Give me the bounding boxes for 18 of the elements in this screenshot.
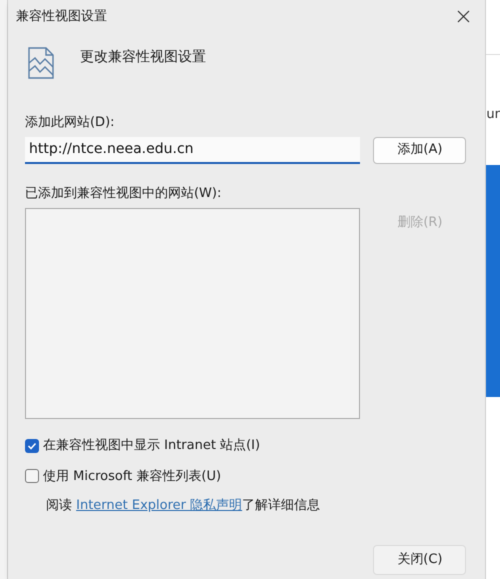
site-input-field[interactable]: http://ntce.neea.edu.cn <box>24 136 360 164</box>
add-button[interactable]: 添加(A) <box>373 136 466 164</box>
privacy-text: 阅读 Internet Explorer 隐私声明了解详细信息 <box>46 497 322 515</box>
checkbox-label: 在兼容性视图中显示 Intranet 站点(I) <box>42 437 260 455</box>
checkbox[interactable] <box>24 438 39 453</box>
close-button[interactable] <box>455 8 472 24</box>
picture-file-icon <box>28 47 54 79</box>
checkbox[interactable] <box>24 469 39 484</box>
list-label: 已添加到兼容性视图中的网站(W): <box>24 184 222 202</box>
window-title: 兼容性视图设置 <box>16 8 107 26</box>
field-label: 添加此网站(D): <box>24 114 116 132</box>
checkbox-label: 使用 Microsoft 兼容性列表(U) <box>42 468 222 486</box>
privacy-link[interactable]: Internet Explorer 隐私声明 <box>76 498 242 513</box>
close-dialog-button[interactable]: 关闭(C) <box>373 544 466 574</box>
background-text: ur <box>486 106 500 124</box>
check-icon <box>26 440 37 451</box>
dialog-heading: 更改兼容性视图设置 <box>80 48 206 66</box>
close-icon <box>456 10 470 23</box>
